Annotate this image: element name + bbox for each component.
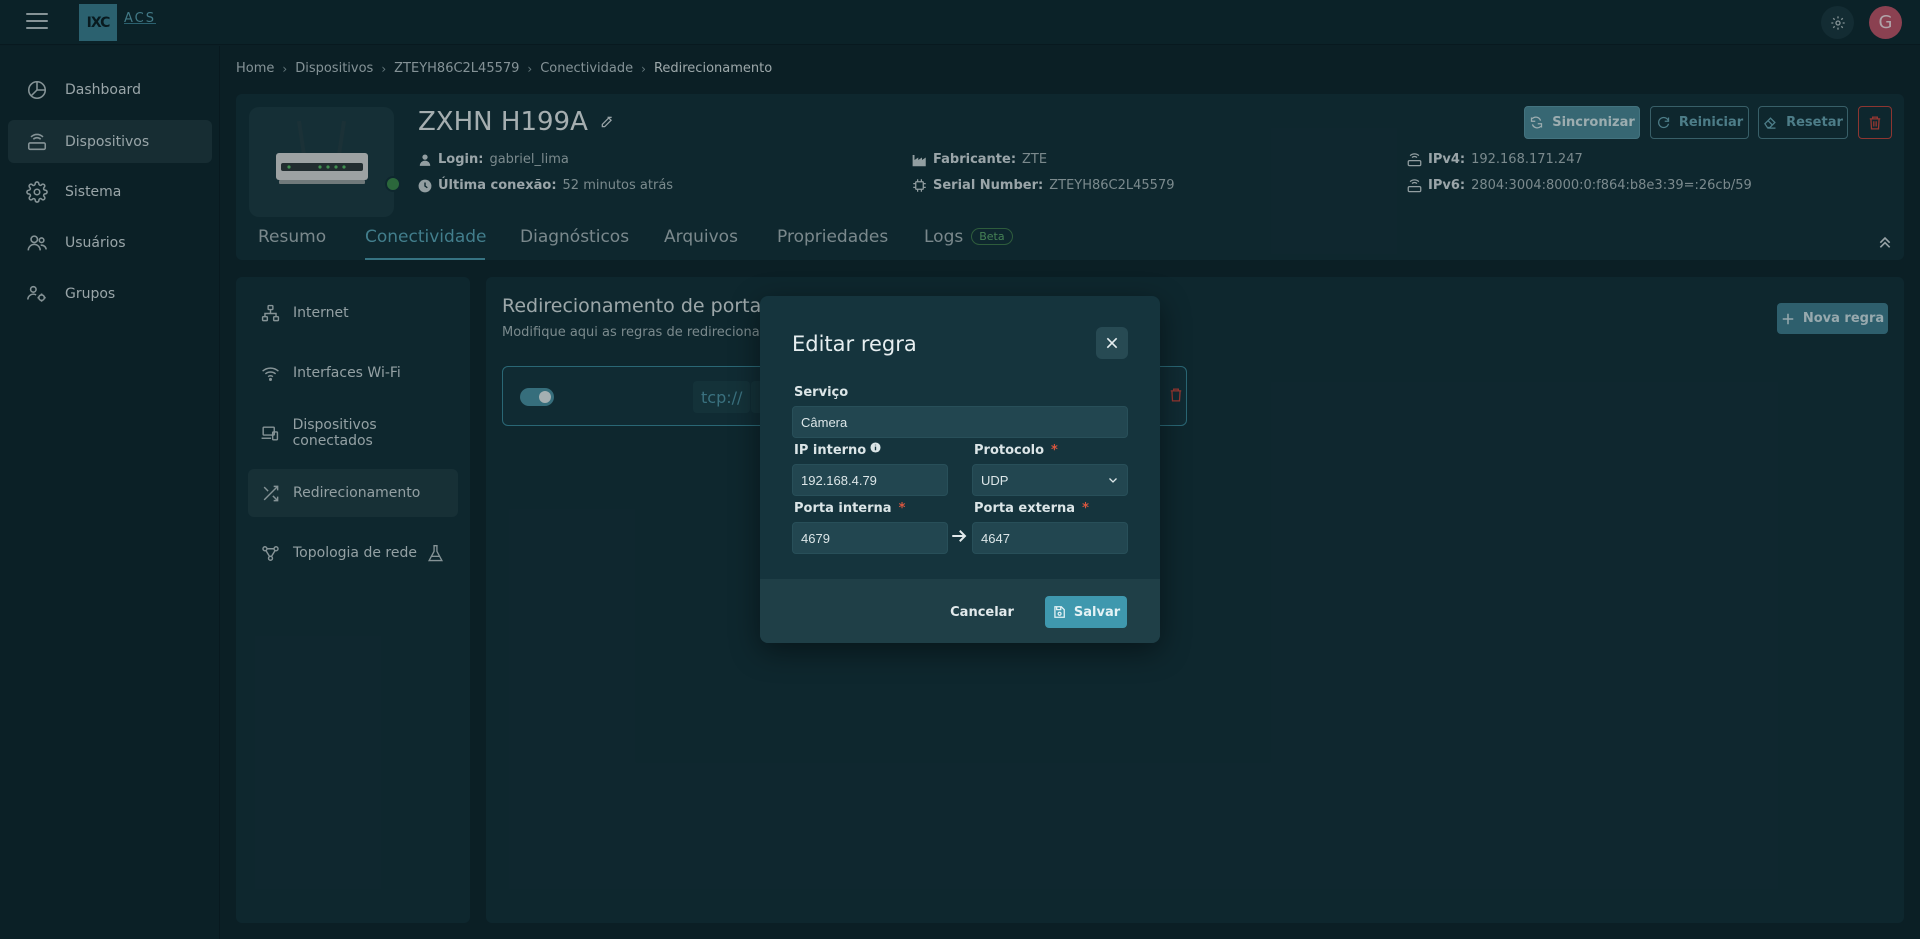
external-port-label: Porta externa * — [974, 501, 1089, 516]
internal-port-label-text: Porta interna — [794, 501, 892, 516]
protocol-select-value: UDP — [981, 472, 1009, 488]
dialog-title: Editar regra — [792, 332, 917, 356]
save-label: Salvar — [1073, 604, 1121, 620]
close-button[interactable] — [1096, 327, 1128, 359]
service-input[interactable] — [792, 406, 1128, 438]
service-label: Serviço — [794, 385, 849, 400]
info-icon[interactable] — [870, 442, 881, 453]
internal-port-label: Porta interna * — [794, 501, 905, 516]
external-port-input[interactable] — [972, 522, 1128, 554]
required-asterisk: * — [1051, 443, 1058, 458]
dialog-footer: Cancelar Salvar — [760, 579, 1160, 643]
edit-rule-dialog: Editar regra Serviço IP interno Protocol… — [760, 296, 1160, 643]
external-port-label-text: Porta externa — [974, 501, 1076, 516]
arrow-right-icon — [950, 527, 968, 549]
close-icon — [1105, 336, 1119, 350]
protocol-label: Protocolo * — [974, 443, 1058, 458]
protocol-label-text: Protocolo — [974, 443, 1045, 458]
internal-ip-label: IP interno — [794, 442, 881, 458]
internal-port-input[interactable] — [792, 522, 948, 554]
internal-ip-label-text: IP interno — [794, 443, 867, 458]
cancel-button[interactable]: Cancelar — [947, 597, 1017, 627]
chevron-down-icon — [1107, 474, 1119, 486]
protocol-select[interactable]: UDP — [972, 464, 1128, 496]
save-icon — [1052, 605, 1066, 619]
internal-ip-input[interactable] — [792, 464, 948, 496]
required-asterisk: * — [1082, 501, 1089, 516]
save-button[interactable]: Salvar — [1045, 596, 1127, 628]
required-asterisk: * — [898, 501, 906, 516]
